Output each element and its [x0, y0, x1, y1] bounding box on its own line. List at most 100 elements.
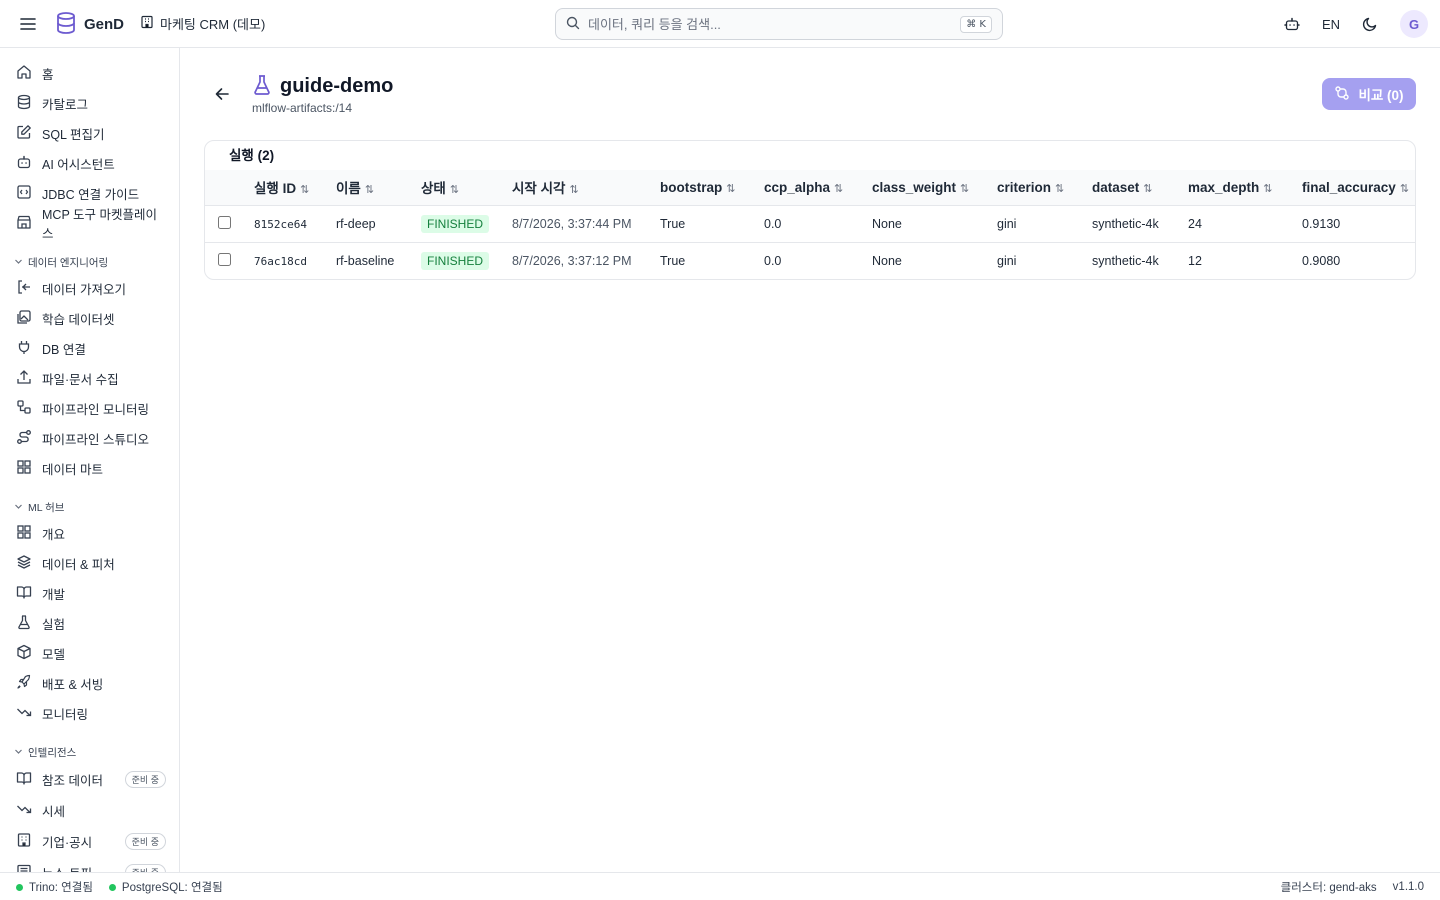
- sidebar-item-experiments[interactable]: 실험: [16, 612, 166, 634]
- column-header[interactable]: 이름 ⇅: [336, 170, 421, 206]
- sidebar-item-data-import[interactable]: 데이터 가져오기: [16, 277, 166, 299]
- column-header-label: class_weight: [872, 179, 957, 195]
- layers-icon: [16, 554, 32, 573]
- sort-icon[interactable]: ⇅: [1055, 183, 1064, 195]
- column-header[interactable]: 시작 시각 ⇅: [512, 170, 660, 206]
- brand[interactable]: GenD: [56, 12, 124, 37]
- param-criterion: gini: [997, 253, 1017, 268]
- language-toggle[interactable]: EN: [1322, 17, 1340, 32]
- sidebar-item-models[interactable]: 모델: [16, 642, 166, 664]
- sidebar-item-label: 모델: [42, 647, 66, 662]
- table-row[interactable]: 8152ce64 rf-deep FINISHED 8/7/2026, 3:37…: [205, 205, 1415, 243]
- sidebar-item-development[interactable]: 개발: [16, 582, 166, 604]
- sidebar-item-ai-assistant[interactable]: AI 어시스턴트: [16, 152, 166, 174]
- sidebar-item-mcp-marketplace[interactable]: MCP 도구 마켓플레이스: [16, 208, 166, 241]
- sidebar-item-news-topics[interactable]: 뉴스·토픽 준비 중: [16, 861, 166, 872]
- global-search[interactable]: ⌘ K: [555, 8, 1003, 40]
- sort-icon[interactable]: ⇅: [450, 184, 459, 196]
- sidebar-item-sql-editor[interactable]: SQL 편집기: [16, 122, 166, 144]
- column-header[interactable]: criterion ⇅: [997, 170, 1092, 206]
- user-avatar[interactable]: G: [1400, 10, 1428, 38]
- coming-soon-badge: 준비 중: [124, 832, 166, 850]
- chevron-down-icon: [14, 257, 23, 269]
- sidebar-item-overview[interactable]: 개요: [16, 522, 166, 544]
- sidebar-item-pipeline-monitoring[interactable]: 파이프라인 모니터링: [16, 397, 166, 419]
- column-header-label: 시작 시각: [512, 181, 566, 197]
- sidebar-item-market-prices[interactable]: 시세: [16, 799, 166, 821]
- trend-down-icon: [16, 704, 32, 723]
- sidebar-item-file-ingest[interactable]: 파일·문서 수집: [16, 367, 166, 389]
- sidebar-item-deploy-serving[interactable]: 배포 & 서빙: [16, 672, 166, 694]
- sidebar-item-jdbc-guide[interactable]: JDBC 연결 가이드: [16, 182, 166, 204]
- sidebar-item-catalog[interactable]: 카탈로그: [16, 92, 166, 114]
- ai-assistant-bot-icon[interactable]: [1280, 12, 1304, 36]
- sort-icon[interactable]: ⇅: [1263, 183, 1272, 195]
- sidebar-item-data-features[interactable]: 데이터 & 피처: [16, 552, 166, 574]
- box-icon: [16, 644, 32, 663]
- sidebar-item-db-connection[interactable]: DB 연결: [16, 337, 166, 359]
- sort-icon[interactable]: ⇅: [960, 183, 969, 195]
- param-ccp-alpha: 0.0: [764, 253, 782, 268]
- search-shortcut: ⌘ K: [960, 15, 992, 33]
- column-header[interactable]: max_depth ⇅: [1188, 170, 1302, 206]
- column-header[interactable]: 상태 ⇅: [421, 170, 512, 206]
- search-icon: [566, 16, 580, 33]
- workspace-selector[interactable]: 마케팅 CRM (데모): [140, 14, 265, 33]
- sidebar-item-data-mart[interactable]: 데이터 마트: [16, 457, 166, 479]
- database-icon: [16, 94, 32, 113]
- compare-button[interactable]: 비교 (0): [1322, 78, 1416, 110]
- sidebar-item-label: 홈: [42, 67, 54, 82]
- status-bar: Trino: 연결됨 PostgreSQL: 연결됨 클러스터: gend-ak…: [0, 872, 1440, 900]
- compare-label: 비교 (0): [1358, 88, 1404, 103]
- bot-icon: [16, 154, 32, 173]
- column-header[interactable]: bootstrap ⇅: [660, 170, 764, 206]
- param-dataset: synthetic-4k: [1092, 205, 1188, 243]
- section-title: 데이터 엔지니어링: [28, 257, 109, 269]
- sidebar-item-pipeline-studio[interactable]: 파이프라인 스튜디오: [16, 427, 166, 449]
- row-select-cell: [205, 205, 254, 243]
- connected-dot-icon: [108, 883, 116, 891]
- sidebar-item-company-disclosure[interactable]: 기업·공시 준비 중: [16, 830, 166, 852]
- column-header-label: criterion: [997, 179, 1052, 195]
- search-input[interactable]: [588, 16, 961, 32]
- sidebar-item-home[interactable]: 홈: [16, 62, 166, 84]
- sort-icon[interactable]: ⇅: [1143, 183, 1152, 195]
- run-id[interactable]: 76ac18cd: [254, 255, 307, 268]
- column-header[interactable]: final_accuracy ⇅: [1302, 170, 1415, 206]
- run-name[interactable]: rf-baseline: [336, 242, 421, 279]
- dark-mode-moon-icon[interactable]: [1358, 12, 1382, 36]
- row-select-checkbox[interactable]: [218, 252, 231, 266]
- sidebar-item-label: 개요: [42, 527, 66, 542]
- param-bootstrap: True: [660, 253, 686, 268]
- coming-soon-badge: 준비 중: [124, 863, 166, 872]
- column-header[interactable]: dataset ⇅: [1092, 170, 1188, 206]
- sort-icon[interactable]: ⇅: [300, 184, 309, 196]
- section-data-engineering[interactable]: 데이터 엔지니어링: [14, 255, 108, 270]
- column-header[interactable]: ccp_alpha ⇅: [764, 170, 872, 206]
- param-criterion: gini: [997, 205, 1092, 243]
- experiment-artifact-path: mlflow-artifacts:/14: [252, 101, 353, 115]
- sort-icon[interactable]: ⇅: [726, 183, 735, 195]
- postgres-status-label: PostgreSQL: 연결됨: [121, 881, 223, 894]
- table-row[interactable]: 76ac18cd rf-baseline FINISHED 8/7/2026, …: [205, 242, 1415, 279]
- sidebar-item-monitoring[interactable]: 모니터링: [16, 702, 166, 724]
- sidebar-item-training-dataset[interactable]: 학습 데이터셋: [16, 307, 166, 329]
- column-header[interactable]: 실행 ID ⇅: [254, 170, 336, 206]
- sort-icon[interactable]: ⇅: [569, 184, 578, 196]
- route-icon: [16, 429, 32, 448]
- grid-icon: [16, 459, 32, 478]
- column-header[interactable]: class_weight ⇅: [872, 170, 997, 206]
- param-max-depth: 12: [1188, 253, 1202, 268]
- row-select-checkbox[interactable]: [218, 215, 231, 229]
- section-intelligence[interactable]: 인텔리전스: [14, 745, 76, 760]
- run-name[interactable]: rf-deep: [336, 205, 421, 243]
- back-arrow-icon[interactable]: [212, 84, 232, 104]
- sidebar-item-reference-data[interactable]: 참조 데이터 준비 중: [16, 768, 166, 790]
- section-ml-hub[interactable]: ML 허브: [14, 500, 64, 515]
- code-icon: [16, 184, 32, 203]
- menu-icon[interactable]: [18, 14, 38, 34]
- sort-icon[interactable]: ⇅: [834, 183, 843, 195]
- sort-icon[interactable]: ⇅: [365, 184, 374, 196]
- sort-icon[interactable]: ⇅: [1400, 183, 1409, 195]
- run-id[interactable]: 8152ce64: [254, 218, 307, 231]
